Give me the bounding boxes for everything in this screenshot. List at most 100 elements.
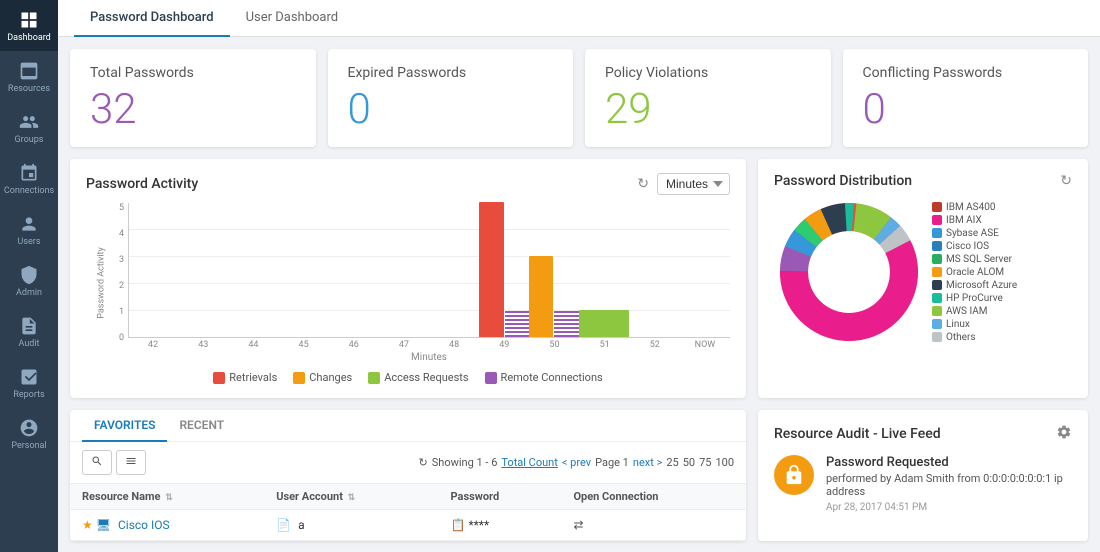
admin-icon [19, 265, 39, 285]
table-row: ★ 🖥 Cisco IOS 📄 a 📋 **** [70, 510, 746, 541]
donut-header: Password Distribution ↻ [774, 173, 1072, 189]
per-page-50[interactable]: 50 [683, 456, 695, 469]
main-tabs: Password Dashboard User Dashboard [58, 0, 1100, 37]
sidebar: Dashboard Resources Groups Connections U… [0, 0, 58, 552]
x-axis: 42 43 44 45 46 47 48 49 50 51 52 NOW [128, 340, 730, 350]
y-axis-title: Password Activity [97, 247, 107, 318]
legend-ibm-aix: IBM AIX [932, 215, 1017, 226]
users-icon [19, 214, 39, 234]
stat-value-total-passwords: 32 [90, 89, 296, 131]
tab-password-dashboard[interactable]: Password Dashboard [74, 0, 230, 37]
legend-label-changes: Changes [309, 371, 352, 384]
bar-change-50 [529, 256, 553, 337]
chart-title: Password Activity [86, 176, 198, 192]
tab-user-dashboard[interactable]: User Dashboard [230, 0, 355, 37]
stat-card-total-passwords: Total Passwords 32 [70, 49, 316, 147]
sidebar-item-label: Users [18, 237, 41, 247]
sort-icon-resource[interactable]: ⇅ [165, 493, 173, 503]
per-page-75[interactable]: 75 [699, 456, 711, 469]
connection-icon[interactable]: ⇄ [573, 518, 583, 532]
col-resource-name: Resource Name ⇅ [70, 484, 264, 510]
bar-access-51 [579, 310, 629, 337]
chart-legend: Retrievals Changes Access Requests Remot… [86, 371, 730, 384]
stat-title-total-passwords: Total Passwords [90, 65, 296, 81]
legend-color-changes [293, 372, 305, 384]
col-user-account: User Account ⇅ [264, 484, 438, 510]
legend-cisco-ios: Cisco IOS [932, 241, 1017, 252]
audit-settings-button[interactable] [1056, 424, 1072, 443]
bar-retrieval-49 [479, 202, 503, 337]
audit-event-description: performed by Adam Smith from 0:0:0:0:0:0… [826, 472, 1072, 498]
donut-title: Password Distribution [774, 173, 912, 189]
prev-link[interactable]: < prev [562, 456, 591, 469]
audit-avatar [774, 455, 814, 495]
sidebar-item-connections[interactable]: Connections [0, 153, 58, 204]
stat-title-conflicting-passwords: Conflicting Passwords [863, 65, 1069, 81]
page-indicator: Page 1 [595, 456, 629, 469]
tab-recent[interactable]: RECENT [167, 410, 236, 442]
sidebar-item-label: Resources [8, 84, 50, 94]
legend-label-access: Access Requests [384, 371, 468, 384]
favorites-table: Resource Name ⇅ User Account ⇅ Password … [70, 484, 746, 541]
sidebar-item-label: Personal [11, 441, 46, 451]
password-request-icon [783, 464, 805, 486]
refresh-icon-small[interactable]: ↻ [419, 456, 428, 469]
stats-row: Total Passwords 32 Expired Passwords 0 P… [70, 49, 1088, 147]
bar-group-49 [479, 202, 529, 337]
x-axis-title: Minutes [128, 352, 730, 363]
audit-feed-card: Resource Audit - Live Feed Passwo [758, 410, 1088, 541]
stat-title-expired-passwords: Expired Passwords [348, 65, 554, 81]
legend-microsoft-azure: Microsoft Azure [932, 280, 1017, 291]
donut-refresh-icon[interactable]: ↻ [1060, 173, 1072, 189]
password-distribution-card: Password Distribution ↻ [758, 159, 1088, 398]
audit-icon [19, 316, 39, 336]
audit-header: Resource Audit - Live Feed [774, 424, 1072, 443]
password-value: **** [468, 518, 489, 532]
list-icon [125, 455, 137, 467]
legend-access-requests: Access Requests [368, 371, 468, 384]
per-page-100[interactable]: 100 [715, 456, 734, 469]
audit-title: Resource Audit - Live Feed [774, 426, 941, 442]
sidebar-item-personal[interactable]: Personal [0, 408, 58, 459]
sidebar-item-users[interactable]: Users [0, 204, 58, 255]
next-link[interactable]: next > [633, 456, 662, 469]
favorite-star[interactable]: ★ [82, 518, 93, 532]
sidebar-item-reports[interactable]: Reports [0, 357, 58, 408]
sort-icon-user[interactable]: ⇅ [348, 493, 356, 503]
showing-text: Showing 1 - 6 [432, 456, 498, 469]
cell-resource-name: ★ 🖥 Cisco IOS [70, 510, 264, 541]
sidebar-item-dashboard[interactable]: Dashboard [0, 0, 58, 51]
bottom-row: FAVORITES RECENT ↻ Showing 1 - 6 [70, 410, 1088, 541]
bar-group-50 [529, 256, 579, 337]
refresh-icon[interactable]: ↻ [637, 176, 649, 192]
stat-value-conflicting-passwords: 0 [863, 89, 1069, 131]
stat-card-conflicting-passwords: Conflicting Passwords 0 [843, 49, 1089, 147]
sidebar-item-admin[interactable]: Admin [0, 255, 58, 306]
resource-type-icon: 🖥 [96, 518, 111, 532]
tab-favorites[interactable]: FAVORITES [82, 410, 167, 442]
total-count-link[interactable]: Total Count [501, 456, 557, 469]
resource-name-link[interactable]: Cisco IOS [118, 518, 170, 532]
legend-changes: Changes [293, 371, 352, 384]
connections-icon [19, 163, 39, 183]
favorites-tabs: FAVORITES RECENT [70, 410, 746, 442]
audit-event-content: Password Requested performed by Adam Smi… [826, 455, 1072, 513]
stat-value-expired-passwords: 0 [348, 89, 554, 131]
per-page-25[interactable]: 25 [666, 456, 678, 469]
y-axis: 0 1 2 3 4 5 [108, 203, 124, 363]
legend-hp-procurve: HP ProCurve [932, 293, 1017, 304]
time-select[interactable]: Minutes Hours Days [657, 173, 730, 195]
list-view-button[interactable] [116, 450, 146, 475]
chart-controls: ↻ Minutes Hours Days [637, 173, 730, 195]
sidebar-item-resources[interactable]: Resources [0, 51, 58, 102]
legend-retrievals: Retrievals [213, 371, 277, 384]
search-button[interactable] [82, 450, 112, 475]
password-activity-card: Password Activity ↻ Minutes Hours Days P… [70, 159, 746, 398]
donut-chart [774, 197, 924, 347]
donut-content: IBM AS400 IBM AIX Sybase ASE Cisco [774, 197, 1072, 347]
personal-icon [19, 418, 39, 438]
resources-icon [19, 61, 39, 81]
legend-oracle-alom: Oracle ALOM [932, 267, 1017, 278]
sidebar-item-audit[interactable]: Audit [0, 306, 58, 357]
sidebar-item-groups[interactable]: Groups [0, 102, 58, 153]
